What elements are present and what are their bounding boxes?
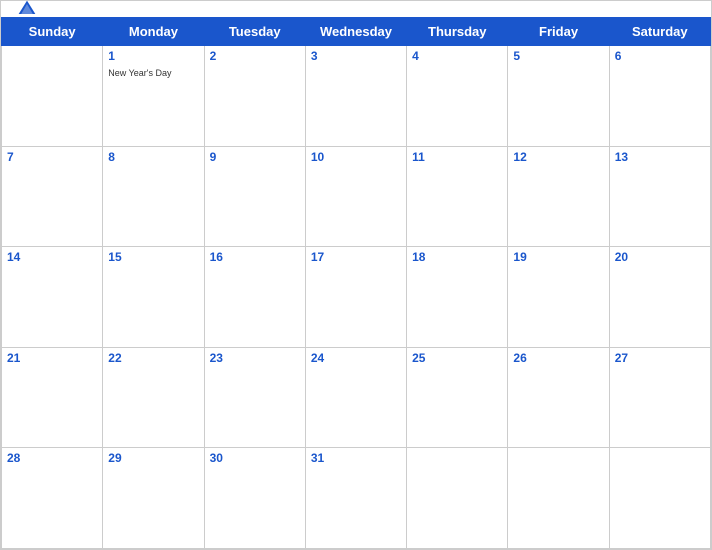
day-number: 12 (513, 150, 603, 164)
calendar-cell: 19 (508, 247, 609, 348)
calendar-cell: 8 (103, 146, 204, 247)
day-number: 28 (7, 451, 97, 465)
calendar-cell (407, 448, 508, 549)
calendar-cell: 6 (609, 46, 710, 147)
day-number: 11 (412, 150, 502, 164)
calendar-cell: 11 (407, 146, 508, 247)
day-number: 24 (311, 351, 401, 365)
calendar-cell: 1 New Year's Day (103, 46, 204, 147)
calendar-week-row: 21 22 23 24 25 26 27 (2, 347, 711, 448)
calendar-cell: 31 (305, 448, 406, 549)
calendar-cell: 24 (305, 347, 406, 448)
weekday-header-thursday: Thursday (407, 18, 508, 46)
weekday-header-friday: Friday (508, 18, 609, 46)
calendar-cell: 2 (204, 46, 305, 147)
weekday-header-tuesday: Tuesday (204, 18, 305, 46)
day-number: 22 (108, 351, 198, 365)
calendar-table: SundayMondayTuesdayWednesdayThursdayFrid… (1, 17, 711, 549)
day-number: 7 (7, 150, 97, 164)
calendar-cell: 21 (2, 347, 103, 448)
weekday-header-row: SundayMondayTuesdayWednesdayThursdayFrid… (2, 18, 711, 46)
weekday-header-monday: Monday (103, 18, 204, 46)
calendar-cell: 28 (2, 448, 103, 549)
calendar-cell: 13 (609, 146, 710, 247)
calendar-cell: 9 (204, 146, 305, 247)
calendar-cell: 26 (508, 347, 609, 448)
calendar-week-row: 14 15 16 17 18 19 20 (2, 247, 711, 348)
day-number: 18 (412, 250, 502, 264)
calendar-cell: 14 (2, 247, 103, 348)
calendar-cell: 5 (508, 46, 609, 147)
day-number: 13 (615, 150, 705, 164)
generalblue-logo-icon (17, 0, 37, 19)
calendar-cell: 30 (204, 448, 305, 549)
calendar-week-row: 28 29 30 31 (2, 448, 711, 549)
calendar-cell (609, 448, 710, 549)
day-number: 6 (615, 49, 705, 63)
holiday-label: New Year's Day (108, 68, 171, 78)
day-number: 21 (7, 351, 97, 365)
day-number: 4 (412, 49, 502, 63)
day-number: 27 (615, 351, 705, 365)
calendar-cell: 12 (508, 146, 609, 247)
day-number: 1 (108, 49, 198, 63)
day-number: 23 (210, 351, 300, 365)
day-number: 16 (210, 250, 300, 264)
day-number: 14 (7, 250, 97, 264)
logo (17, 0, 45, 19)
day-number: 31 (311, 451, 401, 465)
calendar-cell: 15 (103, 247, 204, 348)
calendar-cell (508, 448, 609, 549)
calendar-container: SundayMondayTuesdayWednesdayThursdayFrid… (0, 0, 712, 550)
calendar-cell: 18 (407, 247, 508, 348)
calendar-cell: 29 (103, 448, 204, 549)
day-number: 15 (108, 250, 198, 264)
calendar-cell: 4 (407, 46, 508, 147)
weekday-header-sunday: Sunday (2, 18, 103, 46)
weekday-header-saturday: Saturday (609, 18, 710, 46)
day-number: 3 (311, 49, 401, 63)
day-number: 9 (210, 150, 300, 164)
calendar-cell: 3 (305, 46, 406, 147)
calendar-header (1, 1, 711, 17)
day-number: 8 (108, 150, 198, 164)
calendar-cell: 10 (305, 146, 406, 247)
calendar-cell: 22 (103, 347, 204, 448)
day-number: 19 (513, 250, 603, 264)
day-number: 20 (615, 250, 705, 264)
day-number: 25 (412, 351, 502, 365)
day-number: 29 (108, 451, 198, 465)
day-number: 2 (210, 49, 300, 63)
calendar-cell: 25 (407, 347, 508, 448)
calendar-cell: 16 (204, 247, 305, 348)
calendar-cell: 17 (305, 247, 406, 348)
calendar-cell: 23 (204, 347, 305, 448)
calendar-cell: 20 (609, 247, 710, 348)
calendar-cell (2, 46, 103, 147)
weekday-header-wednesday: Wednesday (305, 18, 406, 46)
day-number: 26 (513, 351, 603, 365)
day-number: 30 (210, 451, 300, 465)
calendar-week-row: 789 10 11 12 13 (2, 146, 711, 247)
calendar-cell: 27 (609, 347, 710, 448)
day-number: 17 (311, 250, 401, 264)
day-number: 5 (513, 49, 603, 63)
calendar-week-row: 1 New Year's Day 23456 (2, 46, 711, 147)
calendar-cell: 7 (2, 146, 103, 247)
day-number: 10 (311, 150, 401, 164)
